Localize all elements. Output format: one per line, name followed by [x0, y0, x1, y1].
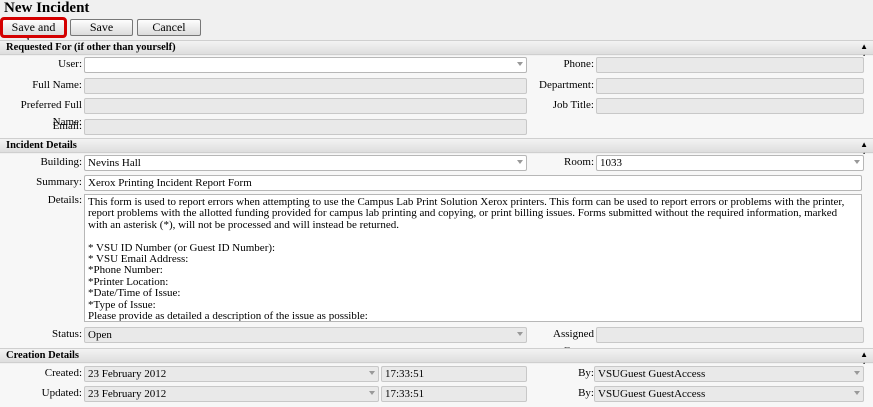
assigned-group-field — [596, 327, 864, 343]
dropdown-arrow-icon — [854, 391, 860, 395]
email-label: Email: — [52, 120, 82, 132]
section-title: Creation Details — [6, 350, 80, 361]
summary-input[interactable]: Xerox Printing Incident Report Form — [84, 175, 862, 191]
room-select[interactable]: 1033 — [596, 155, 864, 171]
dropdown-arrow-icon — [517, 160, 523, 164]
details-label: Details: — [47, 194, 82, 206]
preferred-full-name-label: Preferred Full Name: — [20, 99, 82, 128]
created-date-field: 23 February 2012 — [84, 366, 379, 382]
section-header-requested-for[interactable]: Requested For (if other than yourself) ▲… — [0, 40, 873, 61]
building-label: Building: — [40, 156, 82, 168]
status-label: Status: — [52, 328, 82, 340]
section-title: Requested For (if other than yourself) — [6, 42, 176, 53]
dropdown-arrow-icon — [854, 160, 860, 164]
details-textarea[interactable]: This form is used to report errors when … — [84, 194, 862, 322]
full-name-field — [84, 78, 527, 94]
section-header-incident-details[interactable]: Incident Details ▲▲ — [0, 138, 873, 159]
dropdown-arrow-icon — [854, 371, 860, 375]
created-by-field: VSUGuest GuestAccess — [594, 366, 864, 382]
updated-by-field: VSUGuest GuestAccess — [594, 386, 864, 402]
department-label: Department: — [539, 79, 594, 91]
save-button[interactable]: Save — [70, 19, 133, 36]
phone-field — [596, 57, 864, 73]
section-title: Incident Details — [6, 140, 77, 151]
job-title-field — [596, 98, 864, 114]
section-header-creation-details[interactable]: Creation Details ▲▲ — [0, 348, 873, 369]
dropdown-arrow-icon — [517, 62, 523, 66]
room-label: Room: — [564, 156, 594, 168]
updated-by-label: By: — [578, 387, 594, 399]
department-field — [596, 78, 864, 94]
status-select[interactable]: Open — [84, 327, 527, 343]
dropdown-arrow-icon — [369, 391, 375, 395]
building-select[interactable]: Nevins Hall — [84, 155, 527, 171]
created-time-field: 17:33:51 — [381, 366, 527, 382]
cancel-button[interactable]: Cancel — [137, 19, 201, 36]
summary-label: Summary: — [36, 176, 82, 188]
page-title: New Incident — [4, 0, 90, 16]
user-select[interactable] — [84, 57, 527, 73]
updated-label: Updated: — [41, 387, 82, 399]
full-name-label: Full Name: — [32, 79, 82, 91]
phone-label: Phone: — [563, 58, 594, 70]
job-title-label: Job Title: — [552, 99, 594, 111]
updated-time-field: 17:33:51 — [381, 386, 527, 402]
email-field — [84, 119, 527, 135]
assigned-group-label: Assigned Group: — [553, 328, 594, 357]
dropdown-arrow-icon — [369, 371, 375, 375]
save-and-close-button[interactable]: Save and close — [0, 17, 67, 49]
preferred-full-name-field — [84, 98, 527, 114]
created-by-label: By: — [578, 367, 594, 379]
created-label: Created: — [44, 367, 82, 379]
user-label: User: — [58, 58, 82, 70]
updated-date-field: 23 February 2012 — [84, 386, 379, 402]
